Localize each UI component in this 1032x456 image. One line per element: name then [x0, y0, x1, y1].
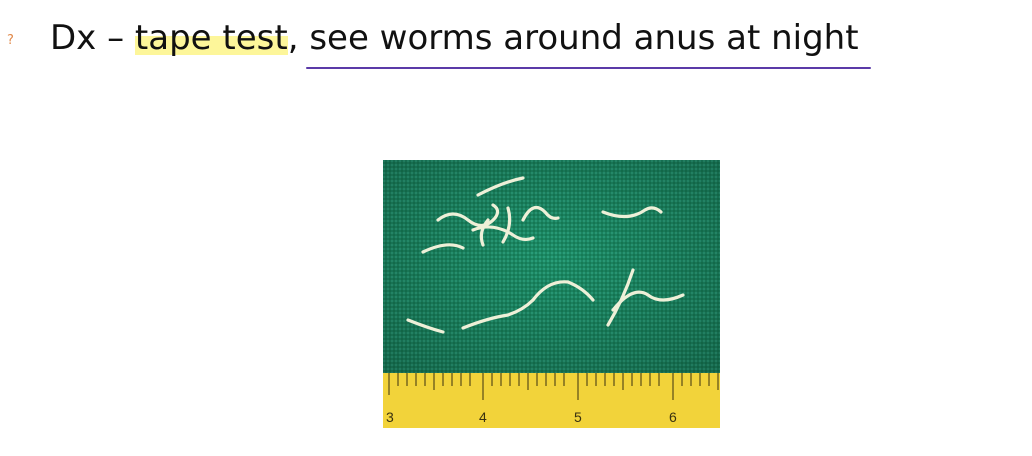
bullet-text: Dx – tape test, see worms around anus at… [50, 14, 859, 62]
ruler-label-6: 6 [669, 409, 677, 425]
ruler-label-3: 3 [386, 409, 394, 425]
ruler-label-5: 5 [574, 409, 582, 425]
bullet-point: ? Dx – tape test, see worms around anus … [0, 0, 1032, 80]
pinworms-photo-svg: 3 4 5 6 [383, 160, 720, 428]
highlighted-phrase: tape test [134, 18, 288, 58]
ruler-label-4: 4 [479, 409, 487, 425]
bullet-icon: ? [7, 33, 14, 48]
pinworms-on-tape-photo: 3 4 5 6 [383, 160, 720, 428]
bullet-text-suffix: , see worms around anus at night [287, 18, 859, 58]
bullet-text-prefix: Dx – [50, 18, 135, 58]
ink-underline [306, 67, 871, 69]
